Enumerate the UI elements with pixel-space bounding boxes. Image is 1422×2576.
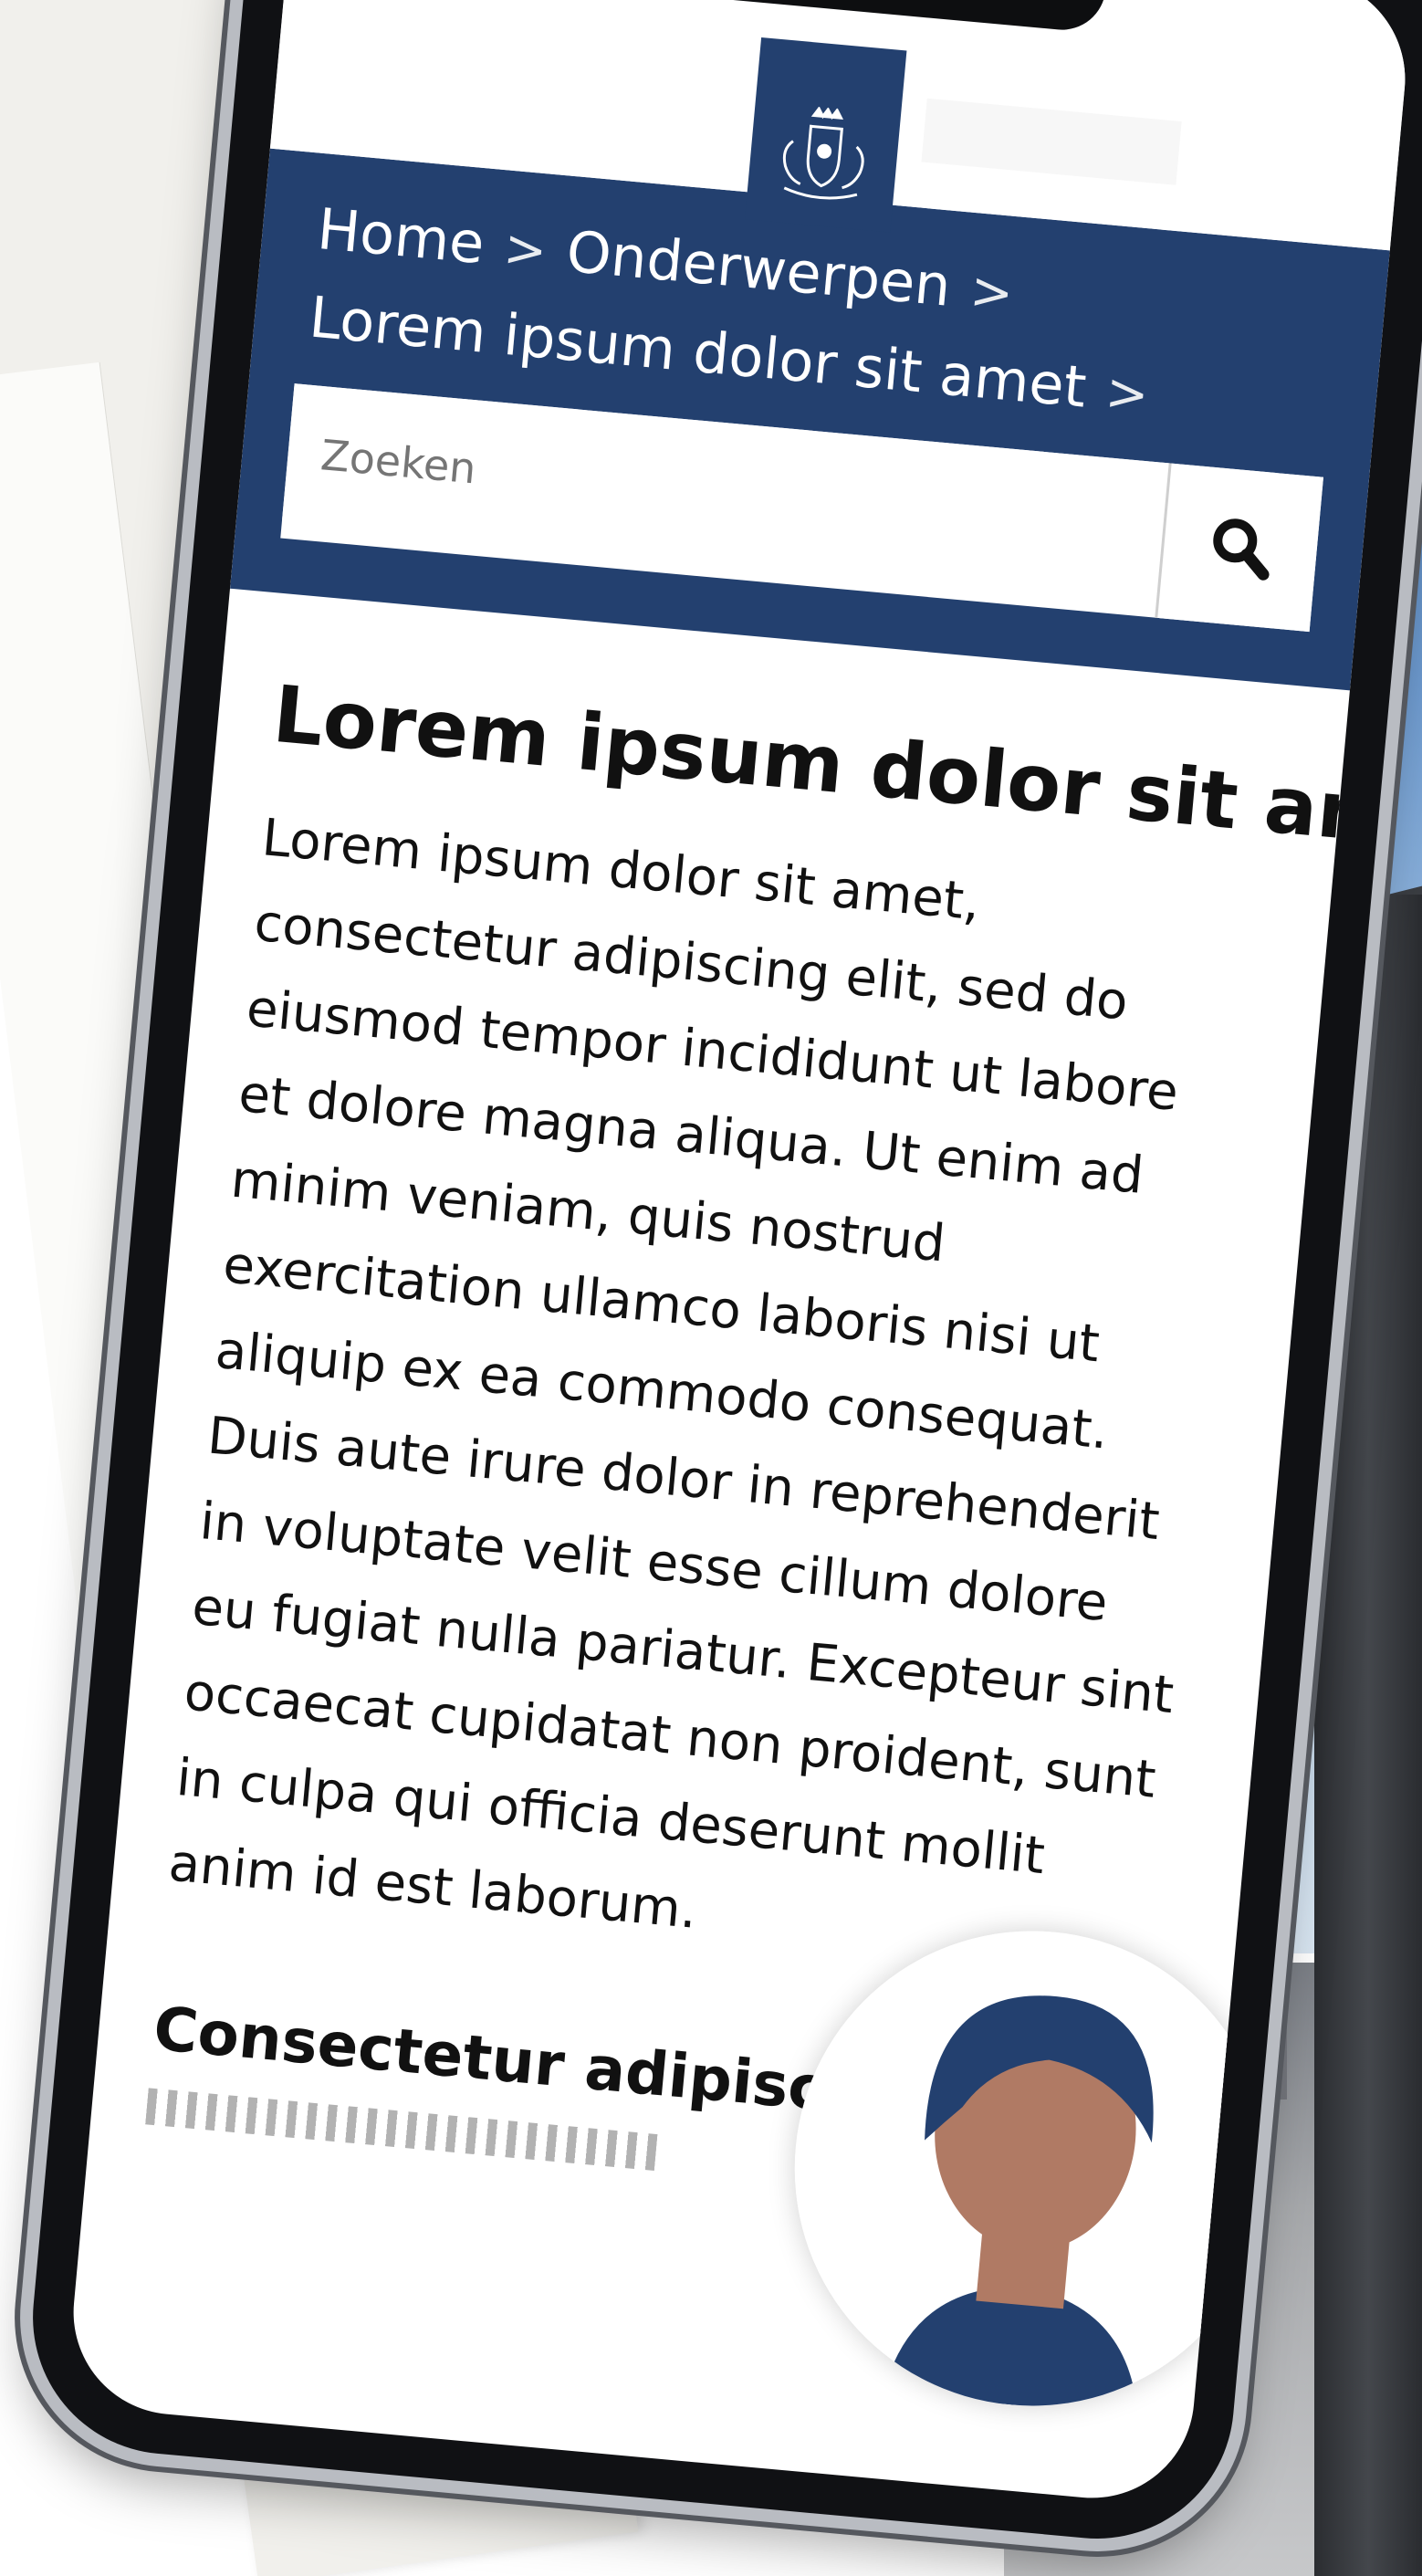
coat-of-arms-icon	[782, 106, 864, 200]
site-logo[interactable]	[744, 37, 907, 233]
breadcrumb-separator-icon: >	[967, 260, 1016, 324]
breadcrumb-separator-icon: >	[1103, 361, 1152, 425]
search-button[interactable]	[1155, 463, 1323, 633]
main-content: Lorem ipsum dolor sit amet Lorem ipsum d…	[90, 589, 1414, 2426]
phone: Home > Onderwerpen > Lorem ipsum dolor sit …	[21, 0, 1422, 2550]
breadcrumb-separator-icon: >	[501, 218, 549, 282]
logo-wordmark-area	[921, 98, 1182, 185]
article-body: Lorem ipsum dolor sit amet, consectetur …	[166, 808, 1181, 1941]
search-icon	[1212, 518, 1270, 581]
breadcrumb-item-home[interactable]: Home	[315, 195, 487, 277]
phone-screen: Home > Onderwerpen > Lorem ipsum dolor sit …	[64, 0, 1415, 2508]
